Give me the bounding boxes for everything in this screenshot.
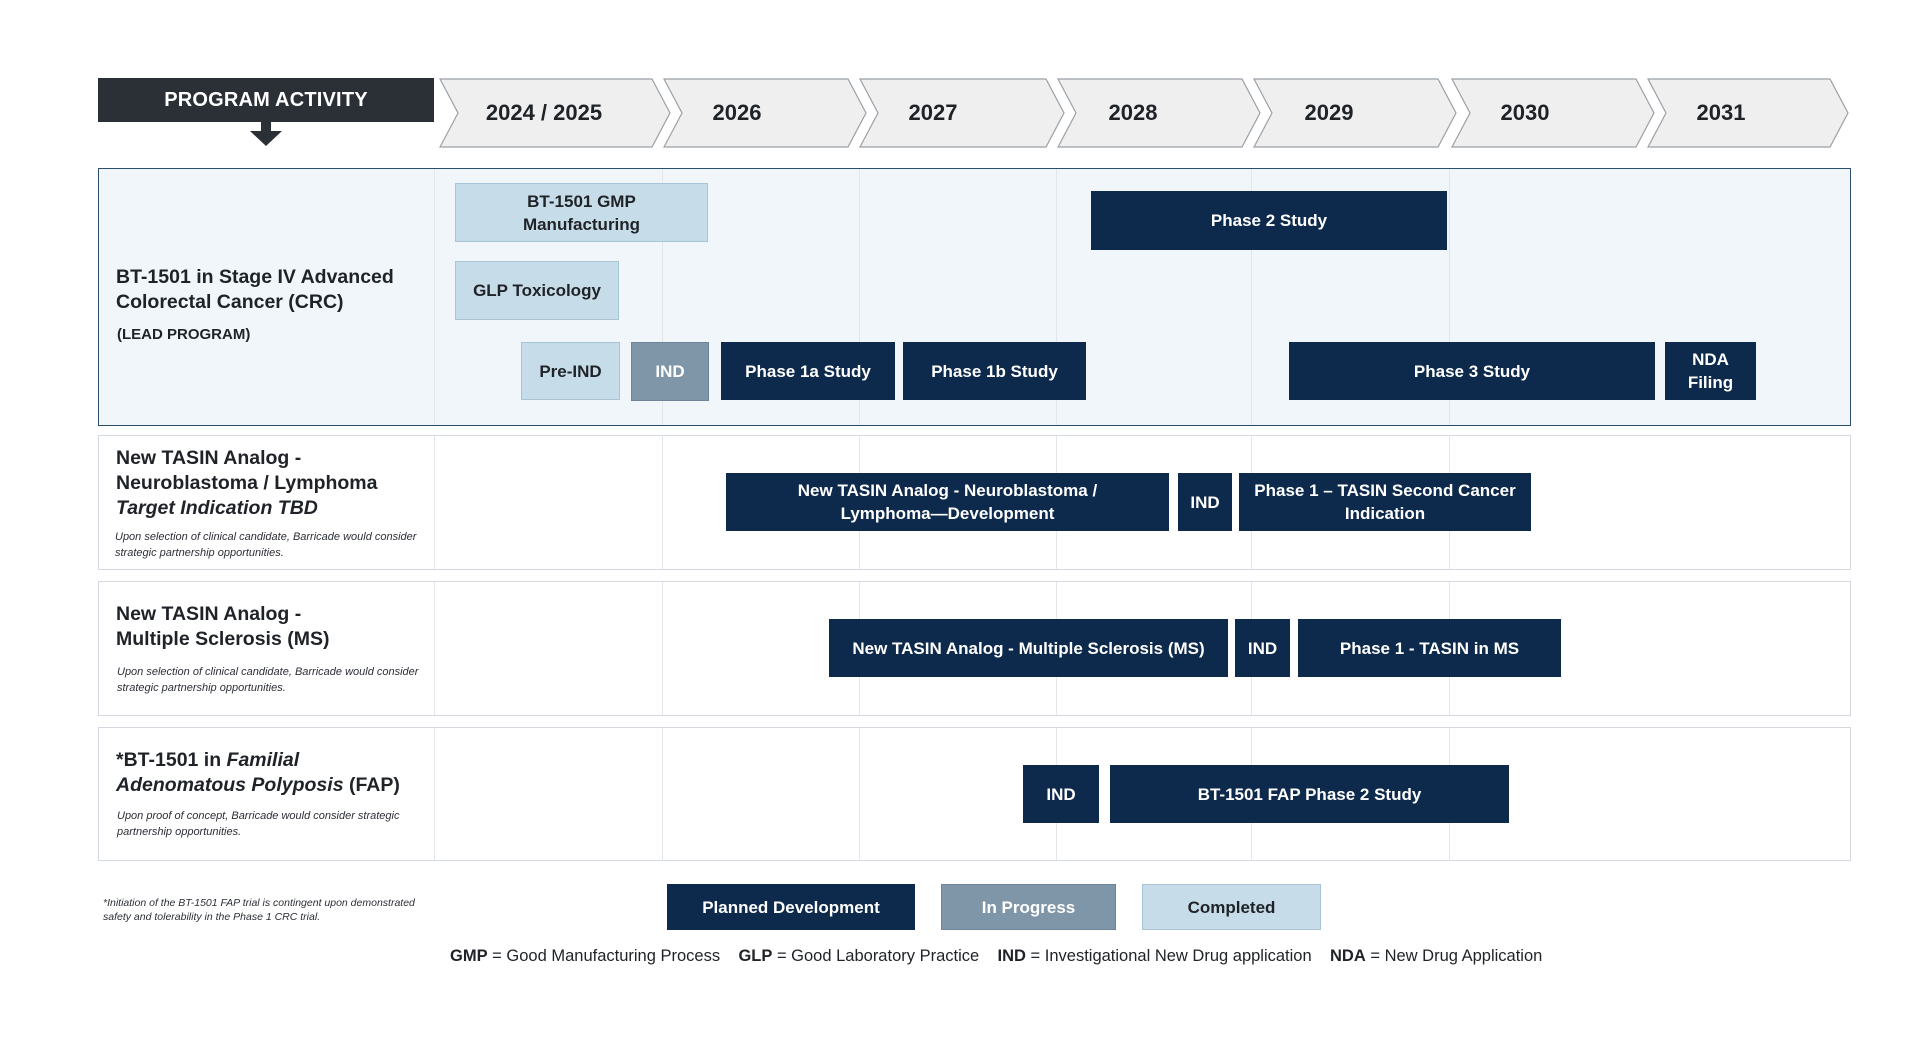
neuro-title: New TASIN Analog - Neuroblastoma / Lymph…	[116, 446, 378, 521]
fap-title-prefix: *BT-1501 in	[116, 749, 227, 771]
bar-neuro-dev-line1: New TASIN Analog - Neuroblastoma /	[797, 481, 1098, 500]
bar-phase-2: Phase 2 Study	[1091, 191, 1447, 250]
down-arrow-icon	[250, 122, 282, 146]
fap-title-italic2: Adenomatous Polyposis	[116, 774, 344, 796]
year-label-2031: 2031	[1696, 100, 1746, 125]
year-gridline	[434, 728, 435, 860]
ms-note: Upon selection of clinical candidate, Ba…	[117, 666, 419, 694]
neuro-title-line2: Neuroblastoma / Lymphoma	[116, 472, 378, 494]
bar-fap-phase-2: BT-1501 FAP Phase 2 Study	[1110, 765, 1509, 823]
abbreviation-key: GMP = Good Manufacturing Process GLP = G…	[450, 947, 1542, 966]
fap-title-suffix: (FAP)	[343, 774, 400, 796]
bar-gmp-manufacturing: BT-1501 GMP Manufacturing	[455, 183, 708, 242]
bar-gmp-line2: Manufacturing	[522, 214, 641, 234]
bar-nda-line1: NDA	[1692, 350, 1729, 369]
fap-title-italic1: Familial	[226, 749, 300, 771]
bar-ms-development: New TASIN Analog - Multiple Sclerosis (M…	[829, 619, 1228, 677]
year-label-2024-2025: 2024 / 2025	[485, 100, 603, 125]
program-activity-label: PROGRAM ACTIVITY	[164, 88, 368, 111]
lead-program-tag: (LEAD PROGRAM)	[117, 326, 251, 343]
year-gridline	[859, 728, 860, 860]
year-timeline: 2024 / 2025 2026 2027 2028 2029 2030 203…	[438, 77, 1851, 149]
bar-ms-phase-1: Phase 1 - TASIN in MS	[1298, 619, 1561, 677]
bar-ms-ind: IND	[1235, 619, 1290, 677]
neuro-title-line1: New TASIN Analog -	[116, 447, 302, 469]
fap-title: *BT-1501 in Familial Adenomatous Polypos…	[116, 748, 400, 798]
lead-title-line1: BT-1501 in Stage IV Advanced	[116, 266, 394, 288]
bar-fap-ind: IND	[1023, 765, 1099, 823]
bar-glp-toxicology: GLP Toxicology	[455, 261, 619, 320]
ms-title-line2: Multiple Sclerosis (MS)	[116, 628, 330, 650]
year-label-2030: 2030	[1500, 100, 1550, 125]
bar-pre-ind: Pre-IND	[521, 342, 620, 400]
fap-footnote: *Initiation of the BT-1501 FAP trial is …	[103, 897, 415, 923]
abbr-nda: NDA	[1330, 947, 1366, 965]
year-gridline	[434, 169, 435, 425]
year-gridline	[662, 728, 663, 860]
bar-neuro-ind: IND	[1178, 473, 1232, 531]
year-label-2029: 2029	[1304, 100, 1354, 125]
bar-phase-1a: Phase 1a Study	[721, 342, 895, 400]
bar-neuro-phase-1: Phase 1 – TASIN Second Cancer Indication	[1239, 473, 1531, 531]
abbr-gmp-def: = Good Manufacturing Process	[487, 947, 721, 965]
abbr-nda-def: = New Drug Application	[1365, 947, 1543, 965]
ms-title: New TASIN Analog - Multiple Sclerosis (M…	[116, 602, 329, 652]
bar-neuro-phase1-line2: Indication	[1344, 504, 1426, 523]
year-gridline	[662, 582, 663, 715]
bar-gmp-line1: BT-1501 GMP	[527, 191, 636, 211]
year-label-2028: 2028	[1108, 100, 1158, 125]
bar-nda-line2: Filing	[1687, 373, 1734, 392]
legend-in-progress: In Progress	[941, 884, 1116, 930]
year-label-2026: 2026	[712, 100, 762, 125]
bar-lead-ind: IND	[631, 342, 709, 401]
abbr-ind-def: = Investigational New Drug application	[1025, 947, 1312, 965]
neuro-title-line3: Target Indication TBD	[116, 497, 318, 519]
bar-neuro-development: New TASIN Analog - Neuroblastoma / Lymph…	[726, 473, 1169, 531]
bar-nda-filing: NDA Filing	[1665, 342, 1756, 400]
bar-neuro-dev-line2: Lymphoma—Development	[840, 504, 1055, 523]
bar-phase-1b: Phase 1b Study	[903, 342, 1086, 400]
neuro-note: Upon selection of clinical candidate, Ba…	[115, 531, 417, 559]
abbr-gmp: GMP	[450, 947, 488, 965]
abbr-glp: GLP	[738, 947, 773, 965]
year-label-2027: 2027	[908, 100, 958, 125]
bar-phase-3: Phase 3 Study	[1289, 342, 1655, 400]
fap-note: Upon proof of concept, Barricade would c…	[117, 810, 400, 838]
ms-title-line1: New TASIN Analog -	[116, 603, 302, 625]
lead-program-title: BT-1501 in Stage IV Advanced Colorectal …	[116, 265, 394, 315]
program-activity-header: PROGRAM ACTIVITY	[98, 78, 434, 122]
abbr-ind: IND	[997, 947, 1026, 965]
legend-completed: Completed	[1142, 884, 1321, 930]
bar-neuro-phase1-line1: Phase 1 – TASIN Second Cancer	[1254, 481, 1516, 500]
lead-title-line2: Colorectal Cancer (CRC)	[116, 291, 344, 313]
year-gridline	[662, 436, 663, 569]
legend-planned-development: Planned Development	[667, 884, 915, 930]
abbr-glp-def: = Good Laboratory Practice	[772, 947, 980, 965]
